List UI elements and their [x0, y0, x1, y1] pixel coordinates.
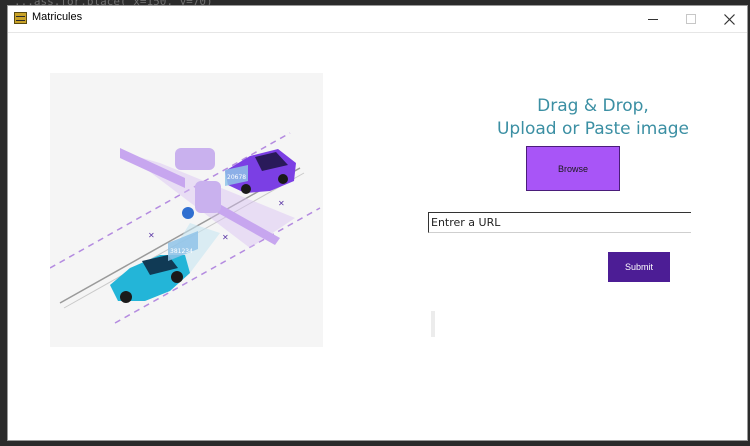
empty-output-label [431, 311, 435, 337]
upload-headline: Drag & Drop, Upload or Paste image [468, 95, 718, 141]
license-plate-camera-illustration: 20678 381234 ✕ ✕ ✕ [49, 73, 323, 347]
close-button[interactable] [710, 6, 748, 32]
svg-text:✕: ✕ [148, 231, 155, 240]
maximize-icon [686, 14, 696, 24]
minimize-button[interactable] [634, 6, 672, 32]
submit-button[interactable]: Submit [608, 252, 670, 282]
browse-button[interactable]: Browse [526, 146, 620, 191]
maximize-button[interactable] [672, 6, 710, 32]
minimize-icon [648, 18, 658, 20]
app-window: Matricules 20678 381234 ✕ ✕ ✕ Drag & Dro… [7, 5, 748, 441]
illustration-graphic: 20678 381234 ✕ ✕ ✕ [49, 132, 321, 324]
app-logo-icon [14, 12, 27, 24]
window-title: Matricules [32, 11, 83, 23]
plate-bottom-text: 381234 [170, 248, 193, 255]
url-input[interactable] [428, 212, 691, 233]
svg-text:✕: ✕ [278, 199, 285, 208]
plate-top-text: 20678 [227, 174, 246, 181]
svg-text:✕: ✕ [222, 233, 229, 242]
title-bar[interactable]: Matricules [8, 6, 747, 33]
headline-line-1: Drag & Drop, [537, 96, 649, 116]
close-icon [723, 13, 735, 25]
headline-line-2: Upload or Paste image [496, 119, 689, 139]
cyan-car-icon [110, 255, 190, 303]
